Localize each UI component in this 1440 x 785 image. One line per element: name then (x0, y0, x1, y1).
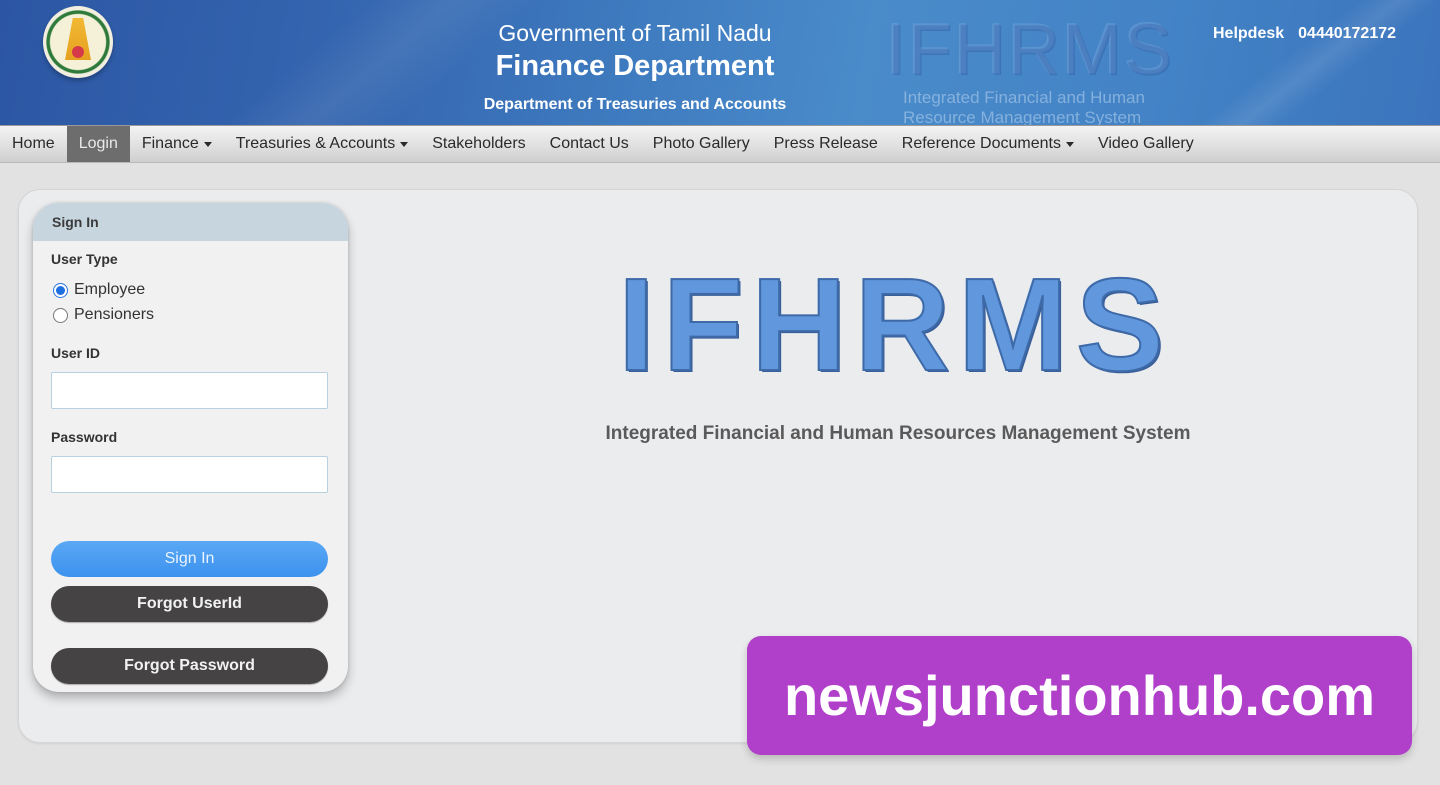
radio-checked-icon[interactable] (53, 282, 68, 298)
helpdesk-info: Helpdesk 04440172172 (1213, 25, 1410, 43)
site-watermark-banner: newsjunctionhub.com (747, 636, 1412, 755)
signin-card: Sign In User Type Employee Pensioners Us… (33, 203, 348, 692)
password-label: Password (51, 429, 118, 445)
nav-contact-us[interactable]: Contact Us (538, 126, 641, 162)
nav-stakeholders[interactable]: Stakeholders (420, 126, 537, 162)
department-title: Finance Department (495, 50, 775, 82)
nav-label: Reference Documents (901, 135, 1061, 152)
nav-label: Treasuries & Accounts (235, 135, 396, 152)
forgot-userid-button[interactable]: Forgot UserId (51, 586, 328, 622)
nav-label: Photo Gallery (652, 135, 750, 152)
signin-title: Sign In (33, 203, 348, 241)
radio-employee[interactable]: Employee (53, 281, 145, 299)
nav-label: Stakeholders (432, 135, 526, 152)
nav-label: Finance (141, 135, 199, 152)
nav-finance[interactable]: Finance (130, 126, 224, 162)
header-watermark-subtitle: Integrated Financial and Human Resource … (903, 88, 1145, 125)
radio-pensioners[interactable]: Pensioners (53, 306, 154, 324)
nav-label: Contact Us (549, 135, 629, 152)
nav-login[interactable]: Login (66, 126, 130, 162)
nav-press-release[interactable]: Press Release (762, 126, 890, 162)
tamil-nadu-emblem-icon (43, 6, 113, 78)
caret-down-icon (203, 141, 212, 147)
seal-icon (72, 46, 84, 58)
nav-home[interactable]: Home (0, 126, 67, 162)
helpdesk-label: Helpdesk (1213, 25, 1285, 42)
nav-photo-gallery[interactable]: Photo Gallery (641, 126, 762, 162)
nav-video-gallery[interactable]: Video Gallery (1086, 126, 1206, 162)
forgot-password-button[interactable]: Forgot Password (51, 648, 328, 684)
user-type-label: User Type (51, 251, 118, 267)
sub-department-title: Department of Treasuries and Accounts (483, 96, 787, 113)
government-title: Government of Tamil Nadu (498, 20, 772, 46)
radio-label: Employee (74, 281, 146, 298)
ifhrms-subtitle: Integrated Financial and Human Resources… (605, 423, 1191, 444)
nav-reference-documents[interactable]: Reference Documents (890, 126, 1086, 162)
site-header: Government of Tamil Nadu Finance Departm… (0, 0, 1440, 125)
helpdesk-number: 04440172172 (1298, 25, 1397, 42)
caret-down-icon (1065, 141, 1074, 147)
header-watermark-logo: IFHRMS (886, 10, 1174, 90)
nav-label: Press Release (773, 135, 878, 152)
radio-label: Pensioners (74, 306, 155, 323)
password-input[interactable] (51, 456, 328, 493)
main-nav: Home Login Finance Treasuries & Accounts… (0, 125, 1440, 163)
nav-label: Video Gallery (1097, 135, 1194, 152)
user-id-label: User ID (51, 345, 101, 361)
nav-treasuries-accounts[interactable]: Treasuries & Accounts (224, 126, 420, 162)
nav-label: Login (78, 135, 118, 152)
caret-down-icon (400, 141, 409, 147)
radio-unchecked-icon[interactable] (53, 307, 68, 323)
nav-label: Home (12, 135, 55, 152)
user-id-input[interactable] (51, 372, 328, 409)
sign-in-button[interactable]: Sign In (51, 541, 328, 577)
ifhrms-logo: IFHRMS (617, 250, 1172, 399)
